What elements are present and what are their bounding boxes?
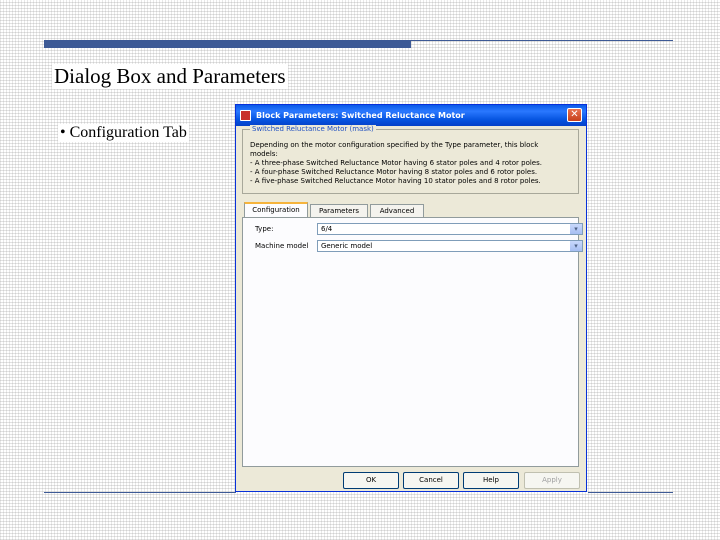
machine-model-select[interactable]: Generic model ▾ bbox=[317, 240, 583, 252]
tab-configuration[interactable]: Configuration bbox=[244, 202, 308, 217]
group-title: Switched Reluctance Motor (mask) bbox=[250, 125, 376, 133]
description-line: - A three-phase Switched Reluctance Moto… bbox=[250, 159, 542, 167]
help-button[interactable]: Help bbox=[463, 472, 519, 489]
type-label: Type: bbox=[255, 225, 274, 233]
description-line: - A four-phase Switched Reluctance Motor… bbox=[250, 168, 538, 176]
ok-button[interactable]: OK bbox=[343, 472, 399, 489]
description-line: - A five-phase Switched Reluctance Motor… bbox=[250, 177, 541, 185]
machine-model-label: Machine model bbox=[255, 242, 309, 250]
accent-line bbox=[411, 40, 673, 41]
machine-model-value: Generic model bbox=[321, 242, 373, 250]
description-line: Depending on the motor configuration spe… bbox=[250, 141, 539, 149]
slide-title: Dialog Box and Parameters bbox=[52, 64, 288, 89]
mask-description: Depending on the motor configuration spe… bbox=[250, 141, 542, 186]
tab-panel: Type: 6/4 ▾ Machine model Generic model … bbox=[242, 217, 583, 467]
bottom-rule bbox=[588, 492, 673, 493]
bullet-point: • Configuration Tab bbox=[58, 124, 189, 142]
apply-button[interactable]: Apply bbox=[524, 472, 580, 489]
chevron-down-icon[interactable]: ▾ bbox=[570, 224, 582, 234]
type-select[interactable]: 6/4 ▾ bbox=[317, 223, 583, 235]
accent-bar bbox=[44, 40, 411, 48]
chevron-down-icon[interactable]: ▾ bbox=[570, 241, 582, 251]
dialog-titlebar[interactable]: Block Parameters: Switched Reluctance Mo… bbox=[236, 105, 586, 126]
bottom-rule bbox=[44, 492, 236, 493]
dialog-title: Block Parameters: Switched Reluctance Mo… bbox=[256, 111, 465, 120]
tab-parameters[interactable]: Parameters bbox=[310, 204, 368, 217]
simulink-block-icon bbox=[240, 110, 251, 121]
close-button[interactable]: ✕ bbox=[567, 108, 582, 122]
description-line: models: bbox=[250, 150, 278, 158]
block-parameters-dialog: Block Parameters: Switched Reluctance Mo… bbox=[235, 104, 587, 492]
tab-advanced[interactable]: Advanced bbox=[370, 204, 424, 217]
cancel-button[interactable]: Cancel bbox=[403, 472, 459, 489]
type-value: 6/4 bbox=[321, 225, 333, 233]
